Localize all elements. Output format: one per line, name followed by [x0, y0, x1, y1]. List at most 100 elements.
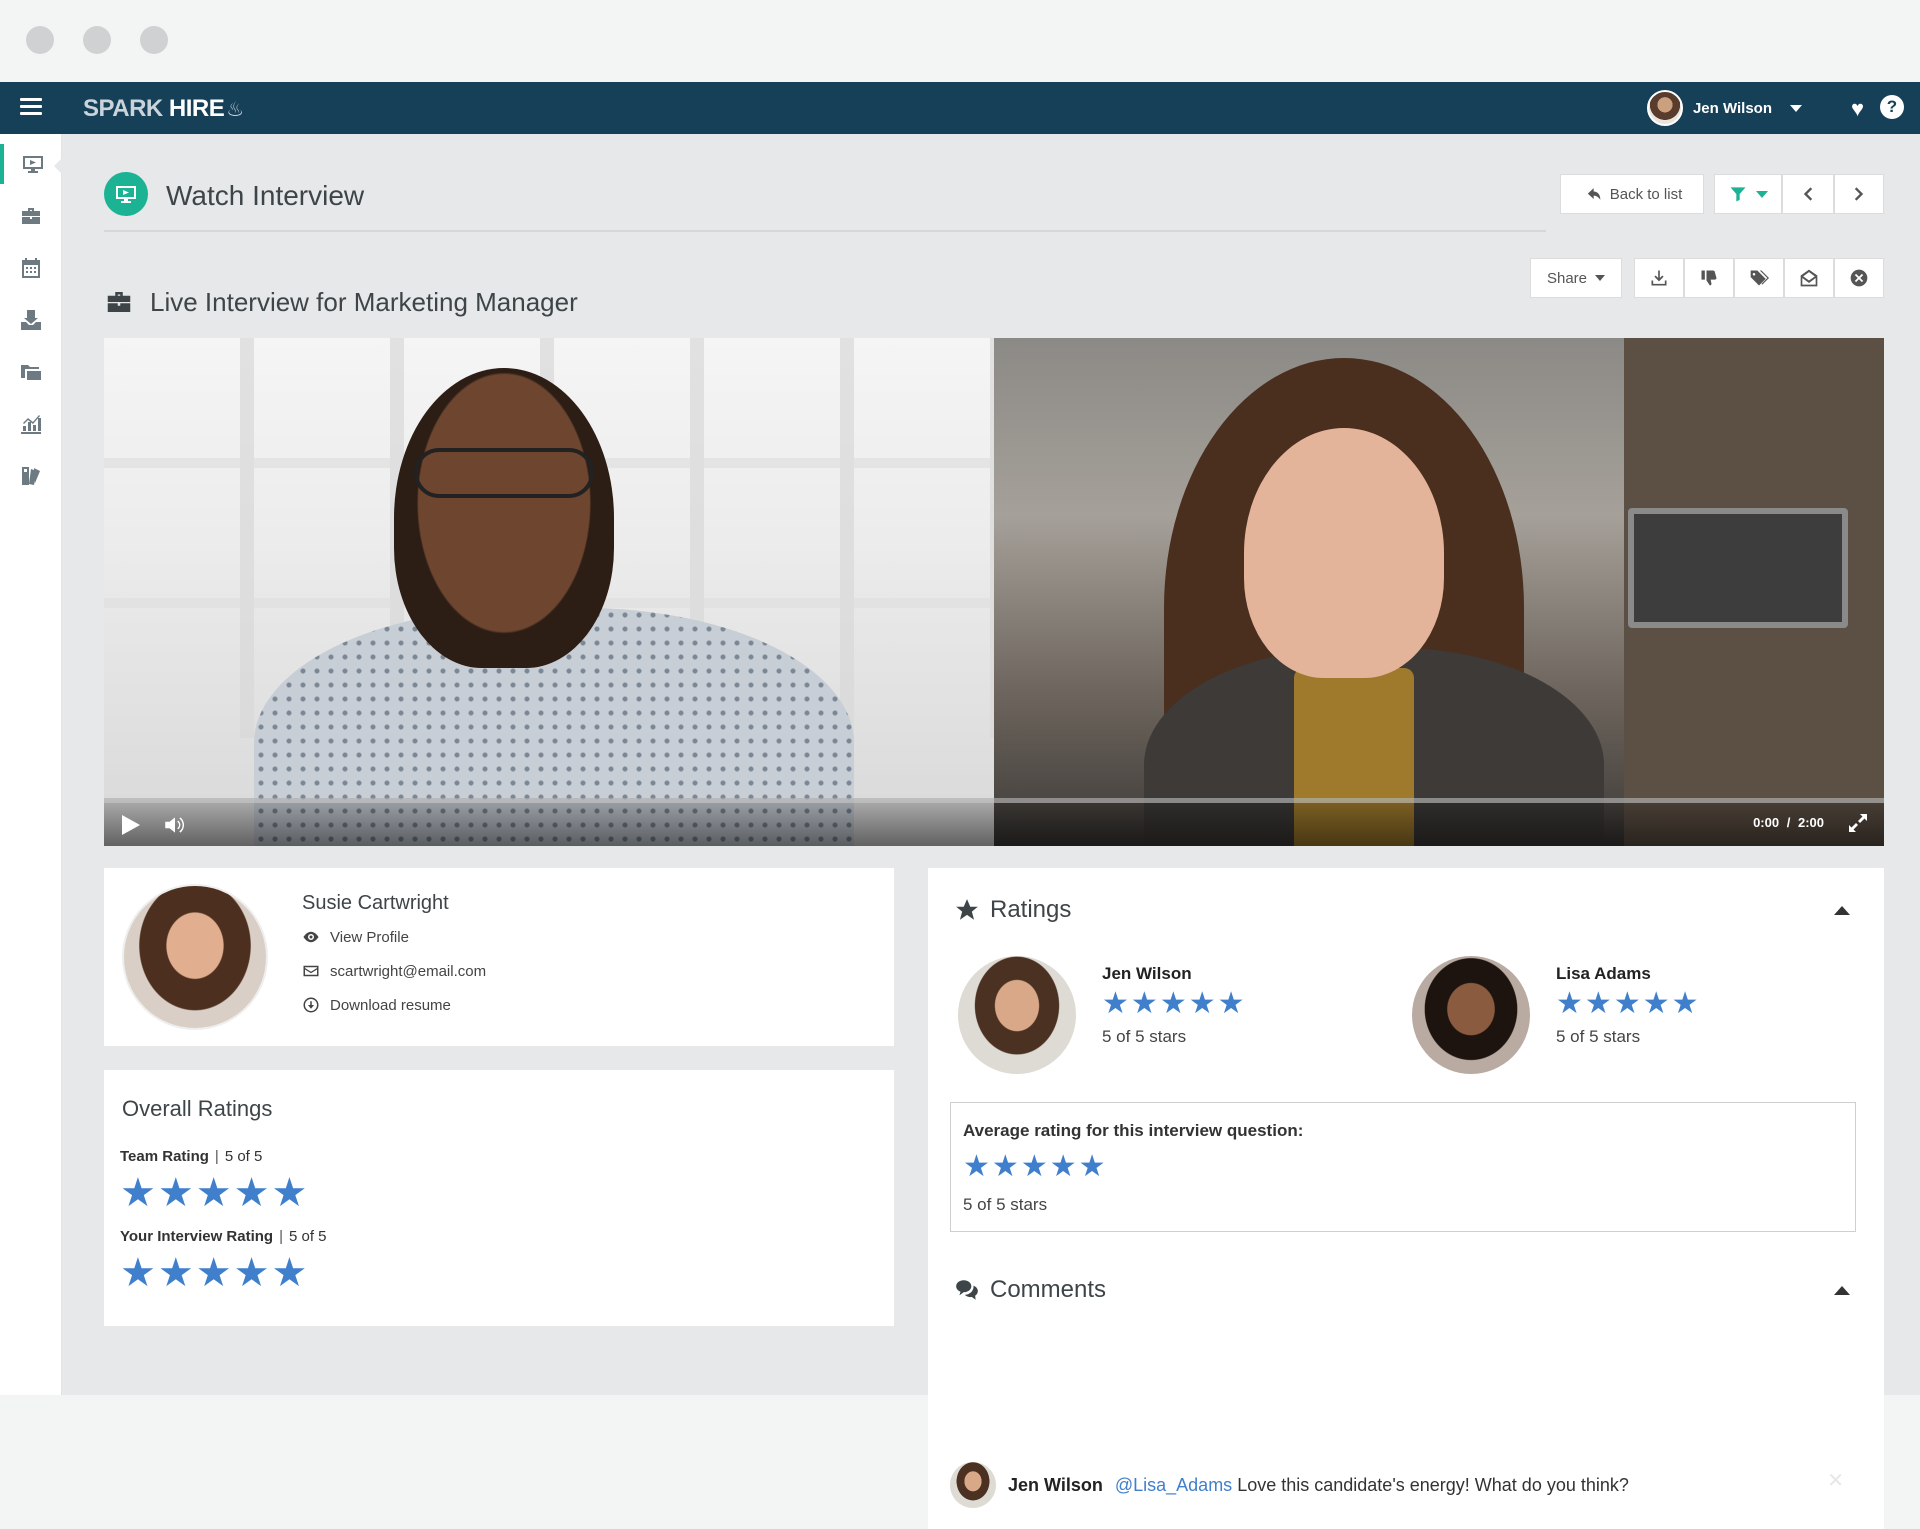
rater-stars: ★ ★ ★ ★ ★ — [1556, 986, 1699, 1021]
window-minimize-dot[interactable] — [83, 26, 111, 54]
logo-hire-text: HIRE — [168, 95, 225, 122]
help-icon[interactable]: ? — [1880, 95, 1904, 119]
previous-button[interactable] — [1782, 174, 1834, 214]
star-icon: ★ — [271, 1251, 308, 1295]
star-icon: ★ — [1584, 987, 1612, 1020]
star-icon: ★ — [1642, 987, 1670, 1020]
avatar — [950, 1462, 996, 1508]
star-icon: ★ — [1049, 1150, 1077, 1183]
star-icon: ★ — [1020, 1150, 1048, 1183]
collapse-ratings-icon[interactable] — [1834, 906, 1850, 915]
reply-arrow-icon — [1587, 188, 1601, 200]
rater-name: Lisa Adams — [1556, 964, 1651, 983]
envelope-open-icon — [1800, 269, 1818, 287]
calendar-icon — [22, 258, 40, 278]
back-to-list-button[interactable]: Back to list — [1560, 174, 1704, 214]
comment-author: Jen Wilson — [1008, 1474, 1103, 1495]
folders-icon — [21, 365, 41, 380]
sidebar-item-interviews[interactable] — [0, 144, 62, 184]
candidate-card: Susie Cartwright View Profile scartwrigh… — [104, 868, 894, 1046]
video-time: 0:00 / 2:00 — [1753, 815, 1824, 830]
window-close-dot[interactable] — [26, 26, 54, 54]
comment-mention[interactable]: @Lisa_Adams — [1115, 1475, 1232, 1495]
interview-title: Live Interview for Marketing Manager — [150, 286, 578, 317]
volume-icon[interactable] — [162, 812, 188, 843]
fullscreen-icon[interactable] — [1846, 811, 1870, 840]
rater-jen-wilson: Jen Wilson ★ ★ ★ ★ ★ 5 of 5 stars — [958, 956, 1245, 1074]
video-player[interactable]: 0:00 / 2:00 — [104, 338, 1884, 846]
user-menu[interactable]: Jen Wilson — [1646, 90, 1802, 126]
email-button[interactable] — [1784, 258, 1834, 298]
close-icon[interactable]: ✕ — [1827, 1468, 1844, 1493]
share-dropdown-button[interactable]: Share — [1530, 258, 1622, 298]
candidate-email: scartwright@email.com — [330, 962, 487, 980]
dismiss-button[interactable] — [1834, 258, 1884, 298]
rater-name: Jen Wilson — [1102, 964, 1192, 983]
inbox-icon — [21, 310, 41, 330]
download-button[interactable] — [1634, 258, 1684, 298]
filter-dropdown-button[interactable] — [1714, 174, 1782, 214]
sidebar-item-calendar[interactable] — [0, 248, 62, 288]
sidebar-item-branding[interactable] — [0, 456, 62, 496]
main-content: Watch Interview Back to list Live Interv… — [62, 134, 1920, 1529]
comments-title: Comments — [990, 1276, 1107, 1303]
monitor-icon — [23, 156, 43, 173]
thumbs-down-button[interactable] — [1684, 258, 1734, 298]
star-icon: ★ — [120, 1171, 156, 1215]
view-profile-link[interactable]: View Profile — [302, 928, 409, 946]
average-rating-box: Average rating for this interview questi… — [950, 1102, 1856, 1232]
collapse-comments-icon[interactable] — [1834, 1286, 1850, 1295]
chevron-right-icon — [1854, 187, 1864, 201]
current-time: 0:00 — [1753, 815, 1780, 830]
back-to-list-label: Back to list — [1609, 185, 1683, 203]
download-resume-label: Download resume — [330, 996, 451, 1014]
comments-header: Comments — [954, 1276, 1106, 1304]
chevron-left-icon — [1803, 187, 1813, 201]
star-icon: ★ — [1671, 987, 1699, 1020]
interview-title-row: Live Interview for Marketing Manager — [104, 282, 578, 322]
sidebar-item-analytics[interactable] — [0, 404, 62, 444]
candidate-avatar — [122, 884, 268, 1030]
tag-button[interactable] — [1734, 258, 1784, 298]
next-button[interactable] — [1834, 174, 1884, 214]
rater-stars: ★ ★ ★ ★ ★ — [1102, 986, 1245, 1021]
candidate-video-feed — [104, 338, 994, 846]
play-icon[interactable] — [122, 815, 140, 835]
star-icon: ★ — [963, 1150, 990, 1183]
star-icon: ★ — [1130, 987, 1158, 1020]
average-rating-summary: 5 of 5 stars — [963, 1195, 1048, 1214]
your-rating-label: Your Interview Rating | 5 of 5 — [120, 1228, 327, 1245]
star-icon: ★ — [1102, 987, 1129, 1020]
overall-ratings-title: Overall Ratings — [122, 1096, 273, 1121]
video-progress-bar[interactable] — [104, 798, 1884, 803]
chevron-down-icon — [1756, 190, 1768, 198]
briefcase-icon — [107, 292, 131, 312]
page-title: Watch Interview — [166, 180, 365, 211]
browser-chrome — [0, 0, 1920, 82]
star-icon: ★ — [991, 1150, 1019, 1183]
share-label: Share — [1546, 269, 1588, 287]
sidebar-item-inbox[interactable] — [0, 300, 62, 340]
candidate-email-link[interactable]: scartwright@email.com — [302, 962, 486, 980]
video-controls: 0:00 / 2:00 — [104, 798, 1884, 846]
thumbs-down-icon — [1701, 270, 1717, 286]
download-icon — [1651, 270, 1667, 286]
window-maximize-dot[interactable] — [140, 26, 168, 54]
average-rating-stars: ★ ★ ★ ★ ★ — [963, 1149, 1106, 1184]
menu-icon[interactable] — [20, 98, 42, 116]
chevron-down-icon — [1790, 104, 1802, 112]
comment-item: Jen Wilson @Lisa_Adams Love this candida… — [950, 1462, 1629, 1508]
sidebar-item-jobs[interactable] — [0, 196, 62, 236]
your-rating-stars[interactable]: ★ ★ ★ ★ ★ — [120, 1250, 307, 1296]
sidebar-item-library[interactable] — [0, 352, 62, 392]
star-icon: ★ — [233, 1251, 270, 1295]
chevron-down-icon — [1595, 275, 1606, 281]
team-rating-text: Team Rating — [120, 1148, 209, 1165]
page-header: Watch Interview — [104, 172, 1546, 232]
heart-icon[interactable]: ♥ — [1851, 96, 1864, 122]
view-profile-label: View Profile — [330, 928, 409, 946]
logo[interactable]: SPARK HIRE ♨ — [83, 95, 244, 123]
star-icon: ★ — [1556, 987, 1583, 1020]
top-app-bar: SPARK HIRE ♨ Jen Wilson ♥ ? — [0, 82, 1920, 134]
download-resume-link[interactable]: Download resume — [302, 996, 451, 1014]
